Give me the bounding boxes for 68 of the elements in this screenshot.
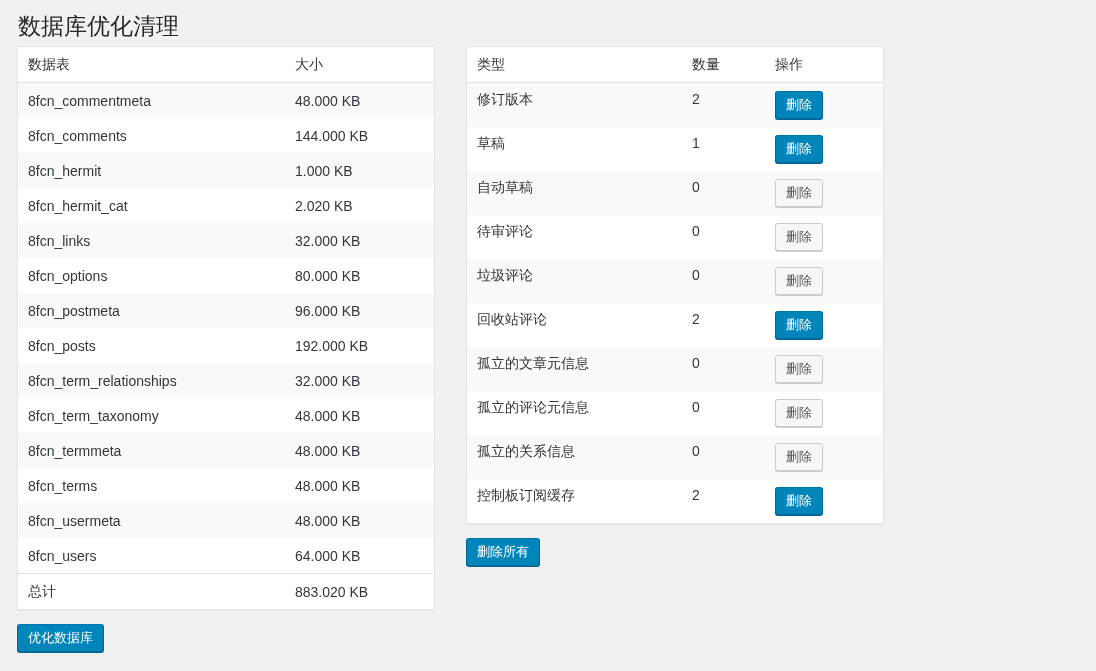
table-cell-text: 回收站评论: [476, 311, 548, 329]
table-cell-text: 8fcn_term_relationships: [27, 372, 178, 389]
table-cell-text: 32.000 KB: [295, 372, 362, 389]
table-cell-text: 48.000 KB: [295, 512, 362, 529]
table-cell-text: 孤立的关系信息: [476, 443, 576, 461]
table-cell-text: 8fcn_posts: [27, 337, 97, 354]
table-cell-text: 0: [692, 355, 701, 371]
table-cell-text: 80.000 KB: [295, 267, 362, 284]
table-cell-text: 8fcn_terms: [27, 477, 99, 494]
table-cell-text: 0: [692, 443, 701, 459]
table-cell-text: 孤立的评论元信息: [476, 399, 590, 417]
table-cell-text: 64.000 KB: [295, 547, 362, 564]
delete-button[interactable]: 删除: [775, 91, 823, 119]
table-cell-text: 8fcn_termmeta: [27, 442, 123, 459]
delete-button[interactable]: 删除: [775, 443, 823, 471]
table-cell-text: 1.000 KB: [295, 162, 354, 179]
table-cell-text: 0: [692, 399, 701, 415]
table-cell-text: 48.000 KB: [295, 442, 362, 459]
optimize-button[interactable]: 优化数据库: [17, 624, 104, 652]
table-cell-text: 2.020 KB: [295, 197, 354, 214]
table-cell-text: 0: [692, 223, 701, 239]
table-cell-text: 修订版本: [476, 91, 534, 109]
table-cell-text: 8fcn_links: [27, 232, 92, 249]
table-cell-text: 48.000 KB: [295, 92, 362, 109]
table-cell-text: 8fcn_hermit: [27, 162, 103, 179]
table-cell-text: 8fcn_hermit_cat: [27, 197, 129, 214]
table-cell-text: 2: [692, 487, 701, 503]
table-cell-text: 8fcn_term_taxonomy: [27, 407, 160, 424]
table-cell-text: 待审评论: [476, 223, 534, 241]
delete-button[interactable]: 删除: [775, 135, 823, 163]
column-header: 类型: [476, 56, 506, 74]
table-cell-text: 2: [692, 311, 701, 327]
table-cell-text: 2: [692, 91, 701, 107]
table-cell-text: 8fcn_options: [27, 267, 109, 284]
delete-button[interactable]: 删除: [775, 355, 823, 383]
table-cell-text: 96.000 KB: [295, 302, 362, 319]
delete-button[interactable]: 删除: [775, 311, 823, 339]
table-cell-text: 垃圾评论: [476, 267, 534, 285]
column-header: 大小: [295, 55, 324, 74]
table-cell-text: 8fcn_usermeta: [27, 512, 122, 529]
table-cell-text: 8fcn_postmeta: [27, 302, 121, 319]
delete-button[interactable]: 删除: [775, 223, 823, 251]
column-header: 操作: [775, 56, 804, 74]
table-cell-text: 48.000 KB: [295, 477, 362, 494]
table-cell-text: 自动草稿: [476, 179, 534, 197]
table-cell-text: 8fcn_users: [27, 547, 98, 564]
total-value: 883.020 KB: [295, 583, 370, 600]
table-cell-text: 144.000 KB: [295, 127, 370, 144]
table-cell-text: 1: [692, 135, 701, 151]
column-header: 数量: [692, 56, 721, 74]
table-cell-text: 192.000 KB: [295, 337, 370, 354]
table-cell-text: 32.000 KB: [295, 232, 362, 249]
total-label: 总计: [27, 582, 57, 601]
delete-button[interactable]: 删除: [775, 267, 823, 295]
table-cell-text: 8fcn_commentmeta: [27, 92, 152, 109]
page-title: 数据库优化清理: [18, 12, 180, 40]
column-header: 数据表: [27, 55, 71, 74]
delete-button[interactable]: 删除: [775, 399, 823, 427]
table-cell-text: 0: [692, 267, 701, 283]
table-cell-text: 控制板订阅缓存: [476, 487, 576, 505]
delete-all-button[interactable]: 删除所有: [466, 538, 540, 566]
table-cell-text: 8fcn_comments: [27, 127, 128, 144]
table-cell-text: 孤立的文章元信息: [476, 355, 590, 373]
table-cell-text: 0: [692, 179, 701, 195]
table-cell-text: 草稿: [476, 135, 506, 153]
delete-button[interactable]: 删除: [775, 179, 823, 207]
delete-button[interactable]: 删除: [775, 487, 823, 515]
table-cell-text: 48.000 KB: [295, 407, 362, 424]
